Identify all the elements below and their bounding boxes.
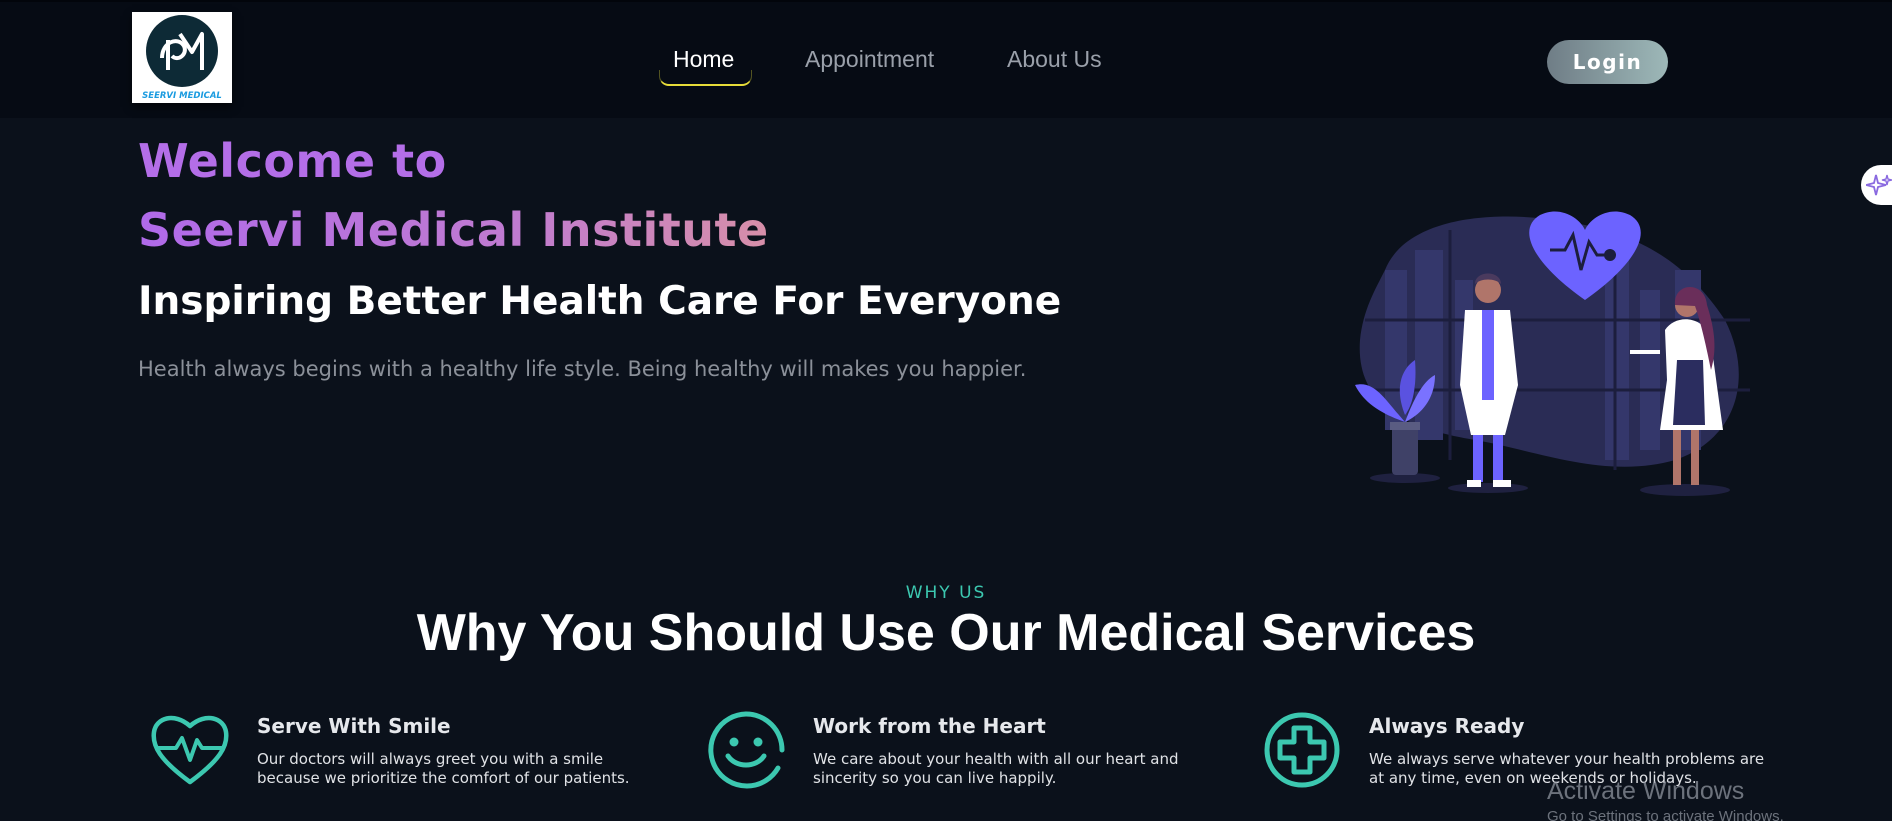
doctors-illustration bbox=[1355, 211, 1750, 496]
feature-title: Always Ready bbox=[1369, 714, 1525, 738]
hero-tagline: Inspiring Better Health Care For Everyon… bbox=[138, 279, 1062, 324]
section-title: Why You Should Use Our Medical Services bbox=[416, 604, 1476, 662]
nav-about-us[interactable]: About Us bbox=[1007, 46, 1102, 73]
feature-card: Work from the Heart We care about your h… bbox=[706, 710, 1226, 810]
side-widget-button[interactable] bbox=[1861, 165, 1892, 205]
navbar: SEERVI MEDICAL Home Appointment About Us… bbox=[0, 0, 1892, 118]
feature-card: Serve With Smile Our doctors will always… bbox=[150, 710, 670, 810]
sparkle-icon bbox=[1866, 174, 1892, 196]
activate-windows-watermark: Activate Windows bbox=[1547, 777, 1745, 805]
heartbeat-icon bbox=[151, 715, 229, 785]
feature-description: Our doctors will always greet you with a… bbox=[257, 750, 630, 787]
hero-institute-name: Seervi Medical Institute bbox=[138, 203, 769, 257]
medical-cross-icon bbox=[1264, 712, 1340, 788]
login-button[interactable]: Login bbox=[1547, 40, 1668, 84]
hero-description: Health always begins with a healthy life… bbox=[138, 357, 1027, 381]
nav-appointment[interactable]: Appointment bbox=[805, 46, 934, 73]
hero-welcome: Welcome to bbox=[138, 134, 447, 188]
feature-title: Serve With Smile bbox=[257, 714, 451, 738]
smile-icon bbox=[708, 711, 785, 789]
nav-home[interactable]: Home bbox=[673, 46, 734, 73]
feature-description: We care about your health with all our h… bbox=[813, 750, 1179, 787]
feature-title: Work from the Heart bbox=[813, 714, 1046, 738]
section-kicker: WHY US bbox=[905, 583, 987, 603]
activate-windows-subtext: Go to Settings to activate Windows. bbox=[1547, 808, 1784, 821]
nav-active-indicator bbox=[659, 70, 752, 86]
